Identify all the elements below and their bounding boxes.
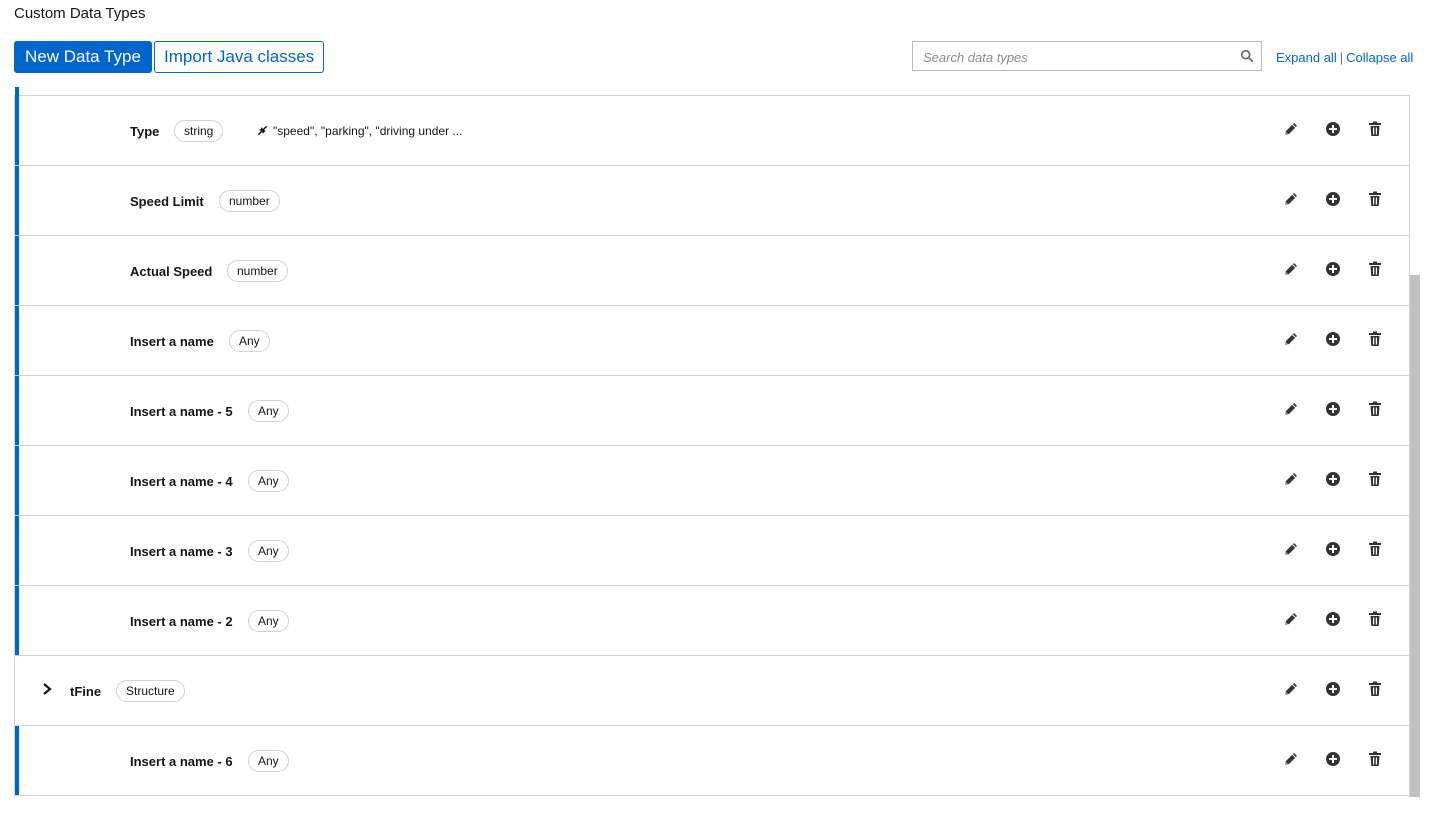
plus-circle-icon[interactable] [1324,540,1342,558]
plus-circle-icon[interactable] [1324,610,1342,628]
plus-circle-icon[interactable] [1324,680,1342,698]
plus-circle-icon[interactable] [1324,470,1342,488]
nested-indicator [15,236,19,305]
data-type-type-badge: Any [248,540,289,562]
nested-indicator [15,726,19,795]
data-type-type-badge: Any [248,470,289,492]
link-separator: | [1339,50,1344,65]
trash-icon[interactable] [1366,400,1384,418]
data-type-constraint: "speed", "parking", "driving under ... [257,124,462,138]
trash-icon[interactable] [1366,260,1384,278]
plus-circle-icon[interactable] [1324,400,1342,418]
row-actions [1281,190,1391,210]
search-box[interactable] [912,41,1262,71]
pencil-icon[interactable] [1282,330,1300,348]
data-type-name: Speed Limit [130,194,204,209]
constraint-text: "speed", "parking", "driving under ... [273,124,463,138]
pencil-icon[interactable] [1282,680,1300,698]
row-actions [1281,330,1391,350]
trash-icon[interactable] [1366,190,1384,208]
data-type-row: Speed Limit number [15,166,1409,236]
data-type-row: Insert a name - 4 Any [15,446,1409,516]
data-type-row: Insert a name - 3 Any [15,516,1409,586]
expand-collapse-links: Expand all | Collapse all [1276,50,1413,65]
data-type-row: tFine Structure [15,656,1409,726]
row-actions [1281,470,1391,490]
data-type-name: Insert a name - 3 [130,544,233,559]
data-type-type-badge: Any [229,330,270,352]
data-type-name: tFine [70,684,102,699]
plus-circle-icon[interactable] [1324,260,1342,278]
constraint-icon [257,125,268,136]
nested-indicator [15,446,19,515]
data-type-type-badge: string [174,120,224,142]
trash-icon[interactable] [1366,470,1384,488]
trash-icon[interactable] [1366,120,1384,138]
nested-indicator [15,87,19,165]
import-java-classes-button[interactable]: Import Java classes [154,41,325,73]
data-type-name: Insert a name - 5 [130,404,233,419]
row-actions [1281,400,1391,420]
data-type-row: Insert a name - 6 Any [15,726,1409,796]
data-type-type-badge: Any [248,750,289,772]
scrollbar-thumb[interactable] [1410,275,1420,797]
data-type-row: Insert a name - 2 Any [15,586,1409,656]
plus-circle-icon[interactable] [1324,190,1342,208]
data-type-row: Actual Speed number [15,236,1409,306]
data-type-name: Insert a name - 6 [130,754,233,769]
data-types-page: Custom Data Types New Data Type Import J… [0,0,1433,814]
data-type-name: Insert a name - 2 [130,614,233,629]
page-title: Custom Data Types [14,5,146,22]
plus-circle-icon[interactable] [1324,750,1342,768]
collapse-all-link[interactable]: Collapse all [1346,50,1413,65]
new-data-type-button[interactable]: New Data Type [14,41,152,73]
data-type-row: Insert a name Any [15,306,1409,376]
row-actions [1281,540,1391,560]
pencil-icon[interactable] [1282,400,1300,418]
search-input[interactable] [921,46,1235,68]
trash-icon[interactable] [1366,540,1384,558]
data-type-type-badge: Structure [116,680,185,702]
data-type-type-badge: number [219,190,280,212]
data-type-type-badge: Any [248,400,289,422]
data-type-row: Type string "speed", "parking", "driving… [15,87,1409,166]
pencil-icon[interactable] [1282,750,1300,768]
data-type-type-badge: Any [248,610,289,632]
nested-indicator [15,166,19,235]
row-actions [1281,680,1391,700]
pencil-icon[interactable] [1282,610,1300,628]
search-icon[interactable] [1240,49,1254,63]
nested-indicator [15,306,19,375]
row-actions [1281,260,1391,280]
row-actions [1281,610,1391,630]
data-type-type-badge: number [227,260,288,282]
data-type-name: Type [130,124,160,139]
data-type-row: Insert a name - 5 Any [15,376,1409,446]
row-actions [1281,120,1391,140]
trash-icon[interactable] [1366,750,1384,768]
data-type-name: Actual Speed [130,264,213,279]
pencil-icon[interactable] [1282,190,1300,208]
nested-indicator [15,586,19,655]
trash-icon[interactable] [1366,680,1384,698]
pencil-icon[interactable] [1282,120,1300,138]
data-type-list: Type string "speed", "parking", "driving… [14,87,1410,797]
nested-indicator [15,376,19,445]
chevron-right-icon[interactable] [41,682,53,696]
pencil-icon[interactable] [1282,260,1300,278]
nested-indicator [15,516,19,585]
data-type-name: Insert a name - 4 [130,474,233,489]
row-actions [1281,750,1391,770]
pencil-icon[interactable] [1282,470,1300,488]
plus-circle-icon[interactable] [1324,120,1342,138]
expand-all-link[interactable]: Expand all [1276,50,1337,65]
pencil-icon[interactable] [1282,540,1300,558]
trash-icon[interactable] [1366,330,1384,348]
trash-icon[interactable] [1366,610,1384,628]
plus-circle-icon[interactable] [1324,330,1342,348]
data-type-name: Insert a name [130,334,214,349]
